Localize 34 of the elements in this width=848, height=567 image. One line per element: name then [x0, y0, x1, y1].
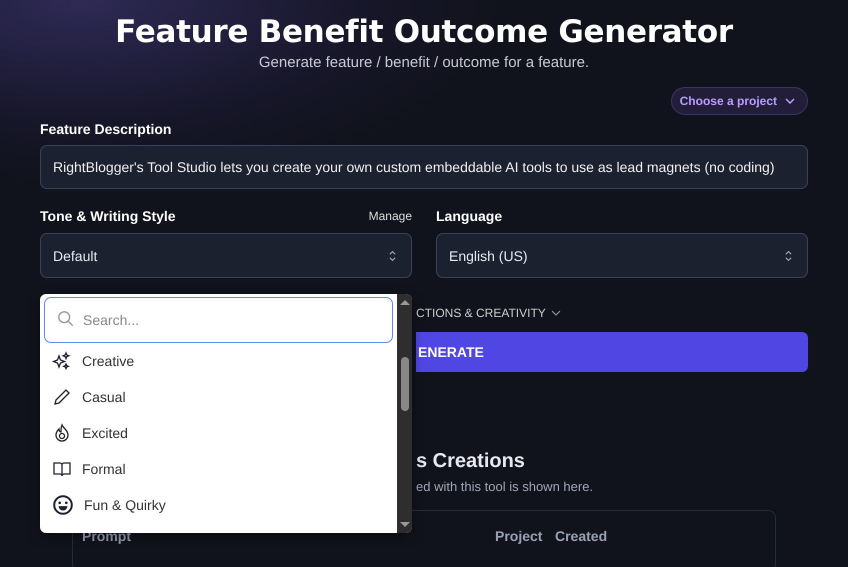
search-field[interactable]: Search...: [44, 297, 393, 343]
dropdown-option[interactable]: Formal: [44, 451, 393, 487]
dropdown-option[interactable]: Casual: [44, 379, 393, 415]
column-header: Created: [555, 528, 608, 544]
manage-link[interactable]: Manage: [368, 209, 412, 223]
pencil-icon: [52, 387, 72, 407]
scroll-down-icon: [400, 522, 410, 528]
sort-arrows-icon: [388, 248, 397, 262]
field-label: Tone & Writing Style: [40, 208, 176, 224]
scrollbar-thumb[interactable]: [400, 356, 408, 410]
dropdown-option[interactable]: Creative: [44, 343, 393, 379]
dropdown-option[interactable]: Fun & Quirky: [44, 487, 393, 523]
section-title: s Creations: [416, 450, 526, 473]
feature-description-field[interactable]: RightBlogger's Tool Studio lets you create your own custom embeddable AI tools to use as lead magnets (no coding): [40, 145, 808, 189]
search-icon: [57, 310, 75, 328]
smiley-icon: [52, 494, 74, 516]
generate-button[interactable]: ENERATE: [416, 332, 808, 372]
column-header: Project: [495, 528, 542, 544]
sparkles-icon: [52, 351, 72, 371]
scroll-up-icon: [400, 299, 410, 305]
chevron-down-icon: [550, 310, 561, 316]
options-toggle[interactable]: CTIONS & CREATIVITY: [416, 306, 546, 320]
scrollbar[interactable]: [397, 294, 412, 533]
chevron-down-icon: [785, 98, 795, 104]
page-title: Feature Benefit Outcome Generator: [114, 14, 734, 50]
field-label: Feature Description: [40, 121, 172, 137]
dropdown-option[interactable]: Excited: [44, 415, 393, 451]
language-select[interactable]: English (US): [436, 233, 808, 278]
sort-arrows-icon: [784, 248, 793, 262]
section-subtitle: ed with this tool is shown here.: [416, 479, 594, 494]
page-subtitle: Generate feature / benefit / outcome for a feature.: [258, 54, 590, 71]
project-dropdown[interactable]: Choose a project: [670, 87, 808, 115]
field-label: Language: [436, 208, 502, 224]
tone-select[interactable]: Default: [40, 233, 412, 278]
